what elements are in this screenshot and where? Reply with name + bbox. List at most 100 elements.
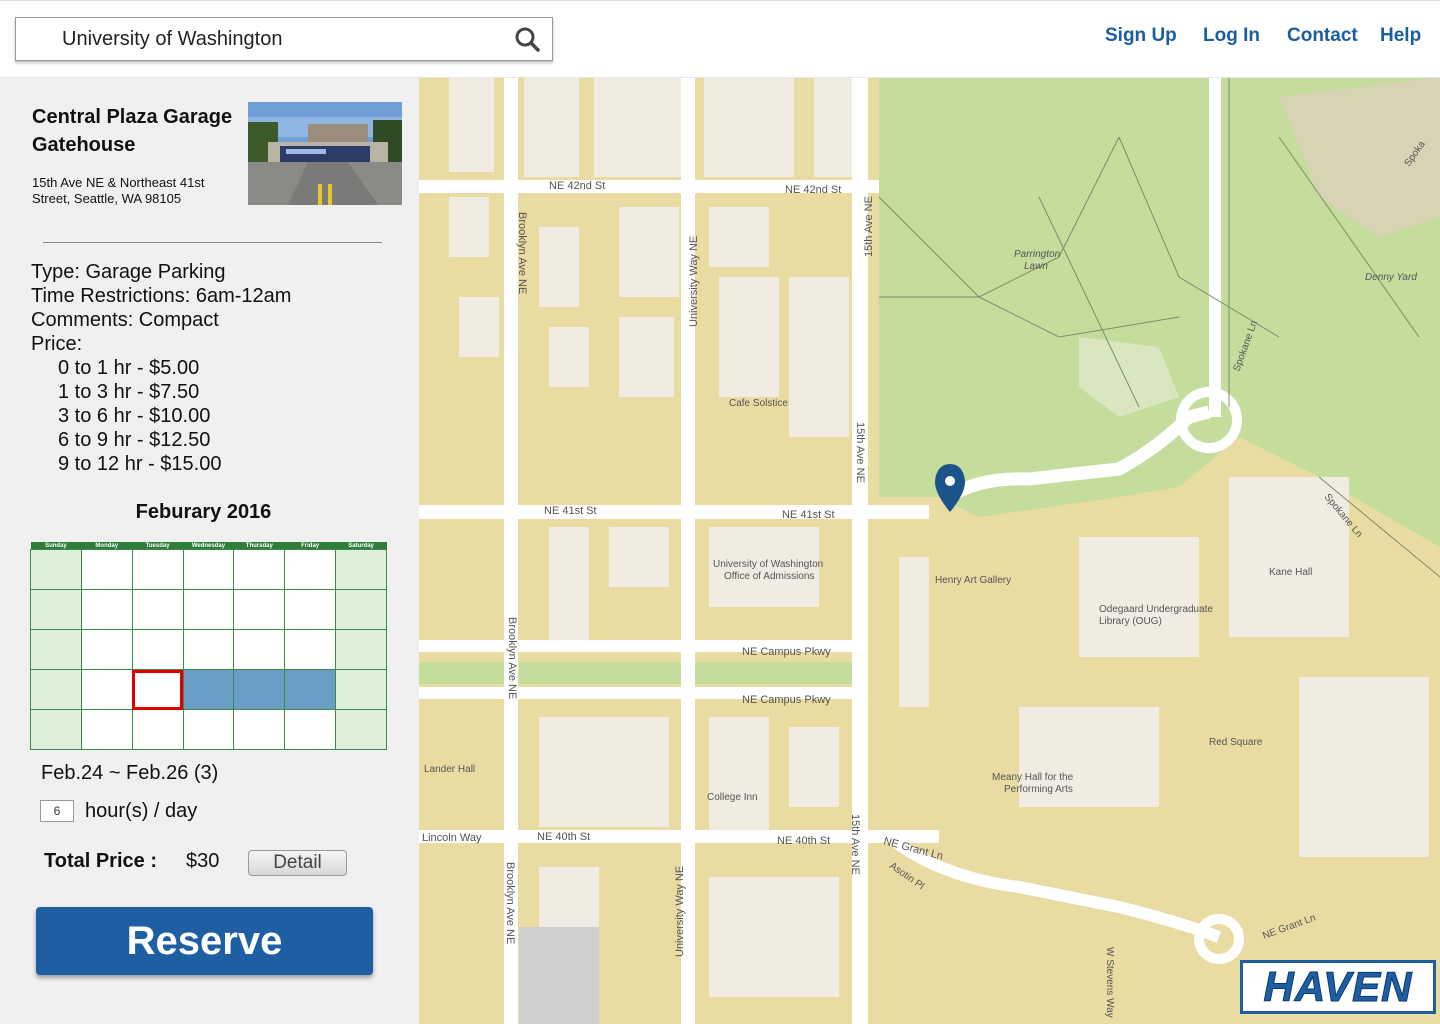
calendar: Sunday Monday Tuesday Wednesday Thursday…: [30, 542, 387, 750]
calendar-cell-selected[interactable]: [182, 669, 235, 710]
map-label: Brooklyn Ave NE: [504, 862, 516, 944]
calendar-cell[interactable]: [335, 549, 387, 590]
map-label: 15th Ave NE: [854, 422, 866, 483]
map-label: Performing Arts: [1004, 784, 1073, 795]
calendar-cell[interactable]: [80, 629, 133, 670]
lot-name-line2: Gatehouse: [32, 134, 136, 156]
map-label: Kane Hall: [1269, 567, 1312, 578]
detail-button[interactable]: Detail: [248, 850, 347, 876]
hours-per-day-input[interactable]: 6: [40, 800, 74, 822]
calendar-day-header: Tuesday: [132, 542, 184, 550]
calendar-cell[interactable]: [284, 629, 337, 670]
garage-photo: [248, 102, 402, 205]
parking-detail-panel: Central Plaza Garage Gatehouse 15th Ave …: [0, 77, 419, 1024]
total-price-value: $30: [186, 850, 220, 872]
map-label: NE 41st St: [544, 505, 597, 517]
map-label: Henry Art Gallery: [935, 575, 1011, 586]
map-label: NE 40th St: [537, 831, 590, 843]
calendar-day-header: Friday: [284, 542, 336, 550]
search-bar[interactable]: [15, 17, 553, 61]
price-row: 0 to 1 hr - $5.00: [58, 357, 200, 379]
calendar-cell[interactable]: [80, 549, 133, 590]
map-label: Library (OUG): [1099, 616, 1162, 627]
calendar-cell[interactable]: [131, 549, 184, 590]
calendar-cell-selected[interactable]: [284, 669, 337, 710]
map-label: NE Campus Pkwy: [742, 694, 831, 706]
calendar-cell[interactable]: [131, 709, 184, 750]
map-label: 15th Ave NE: [849, 814, 861, 875]
hours-per-day-label: hour(s) / day: [85, 800, 198, 822]
address-line1: 15th Ave NE & Northeast 41st: [32, 175, 205, 190]
map[interactable]: NE 42nd St NE 42nd St NE 41st St NE 41st…: [419, 77, 1440, 1024]
address-line2: Street, Seattle, WA 98105: [32, 191, 182, 206]
map-label: Lawn: [1024, 261, 1048, 272]
calendar-cell-selected[interactable]: [233, 669, 286, 710]
calendar-cell[interactable]: [233, 549, 286, 590]
calendar-cell[interactable]: [284, 589, 337, 630]
calendar-cell[interactable]: [284, 549, 337, 590]
calendar-cell[interactable]: [80, 709, 133, 750]
calendar-cell[interactable]: [182, 589, 235, 630]
map-label: Asotin Pl: [887, 860, 926, 892]
map-label: Cafe Solstice: [729, 398, 788, 409]
calendar-cell[interactable]: [30, 669, 82, 710]
calendar-cell[interactable]: [335, 669, 387, 710]
calendar-cell[interactable]: [335, 709, 387, 750]
lot-comments: Comments: Compact: [31, 309, 219, 331]
calendar-cell[interactable]: [80, 669, 133, 710]
reserve-button[interactable]: Reserve: [36, 907, 373, 975]
calendar-cell[interactable]: [30, 589, 82, 630]
search-icon[interactable]: [514, 26, 540, 52]
calendar-cell[interactable]: [80, 589, 133, 630]
calendar-cell[interactable]: [131, 589, 184, 630]
map-label: NE Grant Ln: [1261, 912, 1317, 941]
map-label: NE 42nd St: [785, 184, 841, 196]
calendar-cell[interactable]: [335, 629, 387, 670]
price-row: 6 to 9 hr - $12.50: [58, 429, 211, 451]
calendar-cell[interactable]: [233, 709, 286, 750]
lot-type: Type: Garage Parking: [31, 261, 226, 283]
lot-info: Type: Garage Parking Time Restrictions: …: [31, 260, 291, 476]
calendar-cell[interactable]: [30, 549, 82, 590]
map-label: Red Square: [1209, 737, 1263, 748]
calendar-cell[interactable]: [284, 709, 337, 750]
map-label: Denny Yard: [1365, 272, 1417, 283]
log-in-link[interactable]: Log In: [1203, 25, 1260, 47]
map-canvas[interactable]: NE 42nd St NE 42nd St NE 41st St NE 41st…: [419, 77, 1440, 1024]
map-label: University Way NE: [688, 236, 700, 327]
calendar-cell[interactable]: [233, 629, 286, 670]
calendar-cell[interactable]: [335, 589, 387, 630]
map-label: 15th Ave NE: [863, 196, 875, 257]
logo-text: HAVEN: [1263, 963, 1413, 1011]
sign-up-link[interactable]: Sign Up: [1105, 25, 1177, 47]
calendar-title: Feburary 2016: [135, 501, 272, 523]
calendar-cell[interactable]: [233, 589, 286, 630]
map-label: Brooklyn Ave NE: [516, 212, 528, 294]
map-label: W Stevens Way: [1104, 947, 1115, 1018]
calendar-cell[interactable]: [30, 629, 82, 670]
search-input[interactable]: [60, 24, 494, 54]
calendar-cell[interactable]: [182, 629, 235, 670]
help-link[interactable]: Help: [1380, 25, 1421, 47]
calendar-day-header: Saturday: [335, 542, 387, 550]
price-row: 9 to 12 hr - $15.00: [58, 453, 222, 475]
lot-address: 15th Ave NE & Northeast 41st Street, Sea…: [32, 175, 242, 207]
top-bar: Sign Up Log In Contact Help: [0, 0, 1440, 78]
total-price-label: Total Price :: [44, 850, 157, 872]
map-label: NE 42nd St: [549, 180, 605, 192]
calendar-cell[interactable]: [30, 709, 82, 750]
calendar-cell[interactable]: [182, 709, 235, 750]
contact-link[interactable]: Contact: [1287, 25, 1358, 47]
price-list: 0 to 1 hr - $5.00 1 to 3 hr - $7.50 3 to…: [31, 356, 291, 476]
map-label: Meany Hall for the: [992, 772, 1074, 783]
calendar-cell[interactable]: [131, 629, 184, 670]
calendar-day-header: Thursday: [233, 542, 285, 550]
price-heading: Price:: [31, 333, 83, 355]
calendar-cell-today[interactable]: [131, 669, 184, 710]
map-label: Lander Hall: [424, 764, 475, 775]
map-label: NE 40th St: [777, 835, 830, 847]
map-label: Office of Admissions: [724, 571, 814, 582]
lot-name-line1: Central Plaza Garage: [32, 106, 233, 128]
price-row: 3 to 6 hr - $10.00: [58, 405, 211, 427]
calendar-cell[interactable]: [182, 549, 235, 590]
